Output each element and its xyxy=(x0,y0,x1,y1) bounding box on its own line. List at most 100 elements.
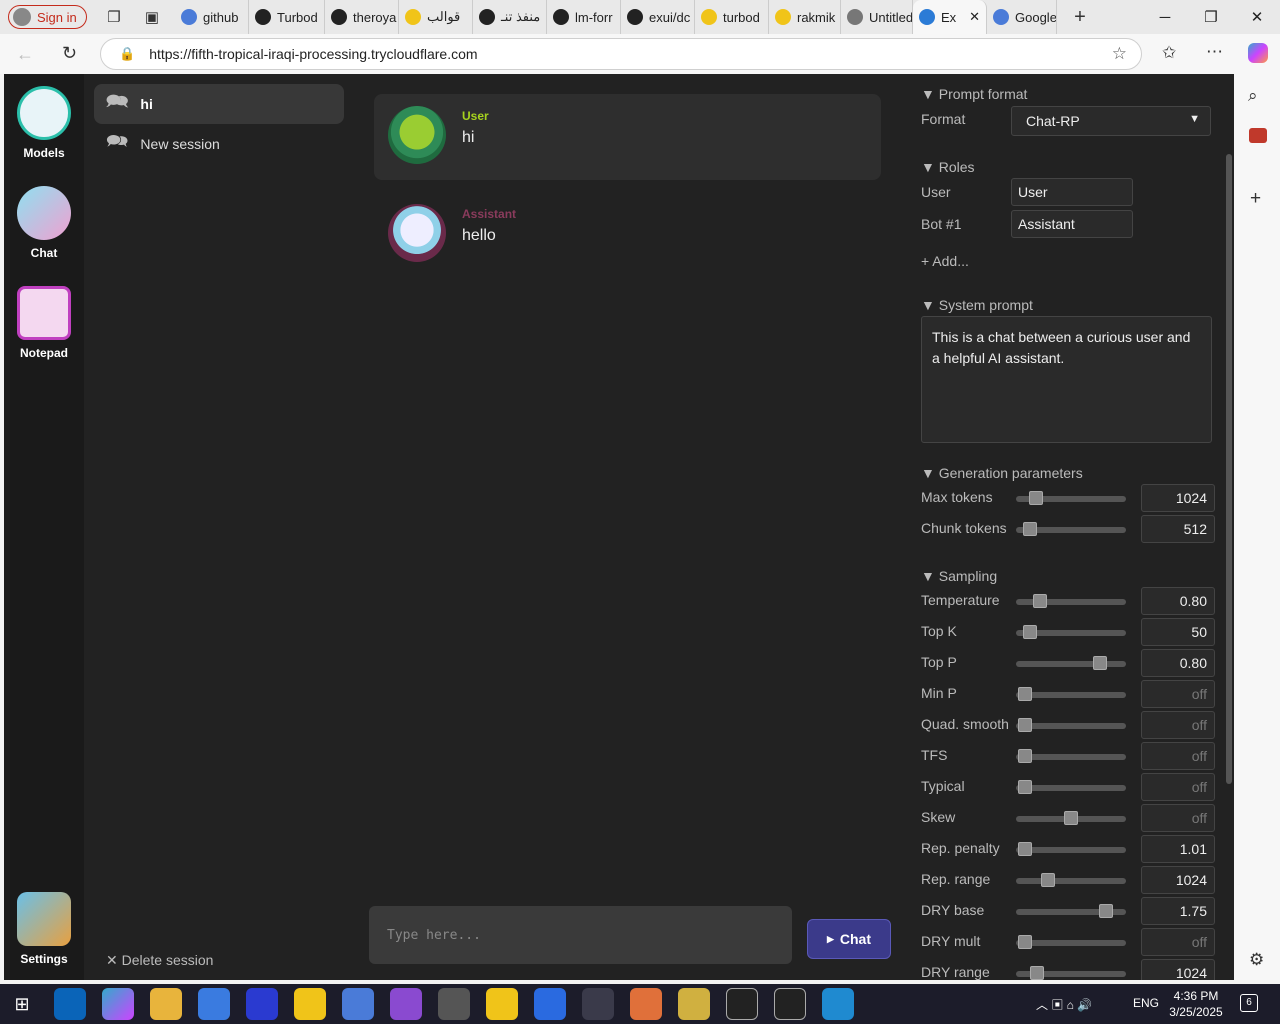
generation-parameters-header[interactable]: ▼ Generation parameters xyxy=(921,465,1083,481)
sampling-header[interactable]: ▼ Sampling xyxy=(921,568,997,584)
start-icon[interactable]: ⊞ xyxy=(6,988,38,1020)
slider-thumb[interactable] xyxy=(1033,594,1048,608)
param-value-input[interactable]: 512 xyxy=(1141,515,1215,543)
store-icon[interactable] xyxy=(198,988,230,1020)
clock[interactable]: 4:36 PM 3/25/2025 xyxy=(1166,988,1226,1020)
prompt-format-header[interactable]: ▼ Prompt format xyxy=(921,86,1027,102)
slider-thumb[interactable] xyxy=(1023,522,1038,536)
huggingface-icon[interactable] xyxy=(486,988,518,1020)
browser-tab[interactable]: Untitled xyxy=(841,0,913,34)
chat-input[interactable]: Type here... xyxy=(369,906,792,964)
format-select[interactable]: Chat-RP ▼ xyxy=(1011,106,1211,136)
chatgpt-icon[interactable] xyxy=(438,988,470,1020)
file-explorer-icon[interactable] xyxy=(150,988,182,1020)
param-slider[interactable] xyxy=(1016,780,1126,794)
param-value-input[interactable]: off xyxy=(1141,773,1215,801)
nav-settings[interactable]: Settings xyxy=(4,892,84,966)
param-slider[interactable] xyxy=(1016,873,1126,887)
close-tab-icon[interactable]: ✕ xyxy=(969,9,980,25)
tray-icons[interactable]: ︿ ▣ ⌂ 🔊 xyxy=(1036,996,1092,1013)
browser-tab[interactable]: منفذ تنـ xyxy=(473,0,547,34)
back-icon[interactable]: ← xyxy=(16,44,34,65)
refresh-icon[interactable]: ↻ xyxy=(62,43,77,64)
deepseek-icon[interactable] xyxy=(246,988,278,1020)
gear-icon[interactable]: ⚙ xyxy=(1249,950,1264,970)
param-value-input[interactable]: 50 xyxy=(1141,618,1215,646)
param-value-input[interactable]: 1.75 xyxy=(1141,897,1215,925)
xai-icon[interactable] xyxy=(726,988,758,1020)
new-tab-button[interactable]: + xyxy=(1065,3,1095,31)
param-value-input[interactable]: 1024 xyxy=(1141,484,1215,512)
roles-header[interactable]: ▼ Roles xyxy=(921,159,975,175)
language-indicator[interactable]: ENG xyxy=(1133,996,1159,1010)
chat-send-button[interactable]: ▶ Chat xyxy=(807,919,891,959)
outlook-icon[interactable] xyxy=(54,988,86,1020)
param-slider[interactable] xyxy=(1016,491,1126,505)
slider-thumb[interactable] xyxy=(1017,718,1032,732)
param-slider[interactable] xyxy=(1016,594,1126,608)
slider-thumb[interactable] xyxy=(1099,904,1114,918)
slider-thumb[interactable] xyxy=(1017,935,1032,949)
browser-tab[interactable]: exui/dc xyxy=(621,0,695,34)
slider-thumb[interactable] xyxy=(1017,749,1032,763)
browser-tab[interactable]: github xyxy=(175,0,249,34)
role-bot-input[interactable]: Assistant xyxy=(1011,210,1133,238)
workspaces-icon[interactable]: ❐ xyxy=(99,3,129,31)
panel-scrollbar[interactable] xyxy=(1226,154,1232,784)
search-icon[interactable]: ⌕ xyxy=(1248,86,1258,106)
browser-tab[interactable]: lm-forr xyxy=(547,0,621,34)
session-item-hi[interactable]: 🗪 hi xyxy=(94,84,344,124)
slider-thumb[interactable] xyxy=(1092,656,1107,670)
tab-actions-icon[interactable]: ▣ xyxy=(137,3,167,31)
param-slider[interactable] xyxy=(1016,522,1126,536)
favorites-icon[interactable]: ✩ xyxy=(1162,43,1176,63)
star-app-icon[interactable] xyxy=(390,988,422,1020)
param-value-input[interactable]: 1024 xyxy=(1141,959,1215,980)
minimize-button[interactable]: ─ xyxy=(1142,0,1188,34)
slider-thumb[interactable] xyxy=(1028,491,1043,505)
photos-icon[interactable] xyxy=(582,988,614,1020)
param-slider[interactable] xyxy=(1016,687,1126,701)
system-prompt-textarea[interactable]: This is a chat between a curious user an… xyxy=(921,316,1212,443)
slider-thumb[interactable] xyxy=(1064,811,1078,825)
browser-tab[interactable]: Turbod xyxy=(249,0,325,34)
browser-tab[interactable]: theroya xyxy=(325,0,399,34)
close-window-button[interactable]: ✕ xyxy=(1234,0,1280,34)
sign-in-button[interactable]: Sign in xyxy=(8,5,87,29)
nav-chat[interactable]: Chat xyxy=(4,186,84,260)
nav-models[interactable]: Models xyxy=(4,86,84,160)
system-prompt-header[interactable]: ▼ System prompt xyxy=(921,297,1033,313)
param-value-input[interactable]: off xyxy=(1141,804,1215,832)
param-value-input[interactable]: off xyxy=(1141,711,1215,739)
param-slider[interactable] xyxy=(1016,749,1126,763)
browser-tab[interactable]: turbod xyxy=(695,0,769,34)
slider-thumb[interactable] xyxy=(1040,873,1055,887)
session-item-new[interactable]: 🗪 New session xyxy=(94,124,344,164)
param-slider[interactable] xyxy=(1016,842,1126,856)
slider-thumb[interactable] xyxy=(1023,625,1038,639)
param-value-input[interactable]: 0.80 xyxy=(1141,587,1215,615)
param-slider[interactable] xyxy=(1016,656,1126,670)
param-slider[interactable] xyxy=(1016,811,1126,825)
restore-button[interactable]: ❐ xyxy=(1188,0,1234,34)
param-slider[interactable] xyxy=(1016,935,1126,949)
h-app-icon[interactable] xyxy=(774,988,806,1020)
param-value-input[interactable]: off xyxy=(1141,742,1215,770)
param-value-input[interactable]: 0.80 xyxy=(1141,649,1215,677)
slider-thumb[interactable] xyxy=(1017,687,1032,701)
slider-thumb[interactable] xyxy=(1029,966,1044,980)
browser-tab[interactable]: قوالب xyxy=(399,0,473,34)
browser-tab[interactable]: Google xyxy=(987,0,1057,34)
copilot-app-icon[interactable] xyxy=(102,988,134,1020)
claude-icon[interactable] xyxy=(630,988,662,1020)
browser-tab[interactable]: rakmik xyxy=(769,0,841,34)
param-value-input[interactable]: off xyxy=(1141,680,1215,708)
param-slider[interactable] xyxy=(1016,904,1126,918)
nav-notepad[interactable]: Notepad xyxy=(4,286,84,360)
param-value-input[interactable]: 1.01 xyxy=(1141,835,1215,863)
translate-icon[interactable] xyxy=(342,988,374,1020)
role-user-input[interactable]: User xyxy=(1011,178,1133,206)
bluesky-icon[interactable] xyxy=(534,988,566,1020)
edge-icon[interactable] xyxy=(822,988,854,1020)
more-menu-icon[interactable]: ⋯ xyxy=(1206,42,1223,62)
